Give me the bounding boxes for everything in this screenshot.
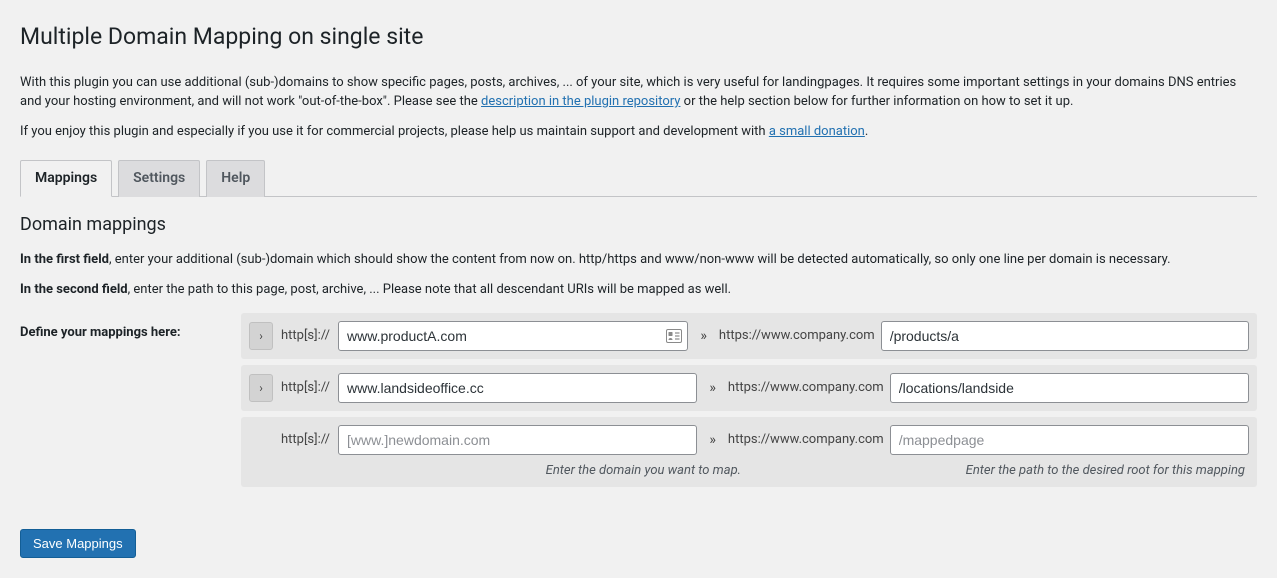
- instr-bold-1: In the first field: [20, 252, 109, 267]
- arrow-icon: »: [703, 430, 722, 451]
- base-url-label: https://www.company.com: [728, 378, 884, 398]
- intro-text-3: If you enjoy this plugin and especially …: [20, 124, 769, 139]
- path-input-new[interactable]: [890, 425, 1249, 455]
- instr-text-2: , enter the path to this page, post, arc…: [128, 282, 731, 297]
- intro-paragraph-2: If you enjoy this plugin and especially …: [20, 122, 1257, 142]
- path-input[interactable]: [890, 373, 1249, 403]
- base-url-label: https://www.company.com: [719, 326, 875, 346]
- intro-text-2: or the help section below for further in…: [680, 94, 1073, 109]
- arrow-icon: »: [703, 378, 722, 399]
- intro-paragraph-1: With this plugin you can use additional …: [20, 73, 1257, 112]
- tab-settings[interactable]: Settings: [118, 160, 200, 197]
- domain-input[interactable]: [338, 373, 697, 403]
- mapping-row: › http[s]:// » https://www.company.com: [241, 365, 1257, 411]
- protocol-prefix: http[s]://: [279, 430, 332, 450]
- protocol-prefix: http[s]://: [279, 378, 332, 398]
- arrow-icon: »: [694, 326, 713, 347]
- mappings-container: › http[s]:// » https://www.company.com ›…: [241, 313, 1257, 493]
- instr-text-1: , enter your additional (sub-)domain whi…: [109, 252, 1171, 267]
- protocol-prefix: http[s]://: [279, 326, 332, 346]
- domain-input-new[interactable]: [338, 425, 697, 455]
- page-title: Multiple Domain Mapping on single site: [20, 20, 1257, 55]
- instructions-line-1: In the first field, enter your additiona…: [20, 250, 1257, 270]
- path-input[interactable]: [881, 321, 1249, 351]
- expand-toggle[interactable]: ›: [249, 322, 273, 350]
- instr-bold-2: In the second field: [20, 282, 128, 297]
- donation-link[interactable]: a small donation: [769, 124, 865, 139]
- mapping-row: › http[s]:// » https://www.company.com: [241, 313, 1257, 359]
- instructions-line-2: In the second field, enter the path to t…: [20, 280, 1257, 300]
- section-title: Domain mappings: [20, 211, 1257, 238]
- save-button[interactable]: Save Mappings: [20, 529, 136, 558]
- path-hint: Enter the path to the desired root for t…: [753, 461, 1249, 481]
- intro-text-4: .: [865, 124, 868, 139]
- domain-hint: Enter the domain you want to map.: [249, 461, 753, 481]
- base-url-label: https://www.company.com: [728, 430, 884, 450]
- tab-mappings[interactable]: Mappings: [20, 160, 112, 197]
- mapping-row-new: http[s]:// » https://www.company.com Ent…: [241, 417, 1257, 487]
- tab-help[interactable]: Help: [206, 160, 265, 197]
- tab-bar: Mappings Settings Help: [20, 159, 1257, 197]
- expand-toggle[interactable]: ›: [249, 374, 273, 402]
- define-label: Define your mappings here:: [20, 313, 241, 343]
- domain-input[interactable]: [338, 321, 688, 351]
- plugin-repo-link[interactable]: description in the plugin repository: [481, 94, 680, 109]
